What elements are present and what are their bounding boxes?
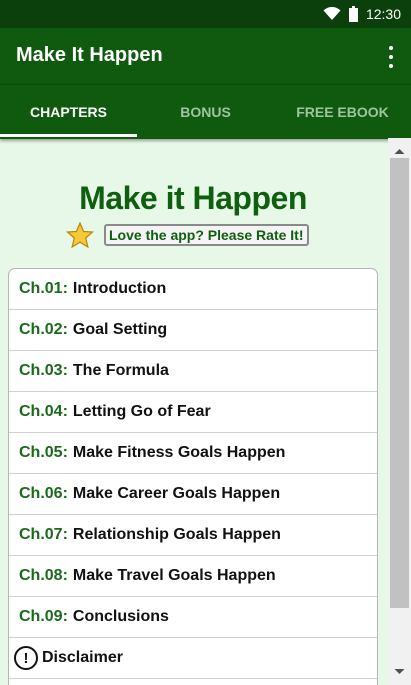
rate-row: Love the app? Please Rate It! bbox=[66, 222, 309, 248]
chapter-item[interactable]: Ch.02: Goal Setting bbox=[9, 310, 377, 351]
chapter-separator: : bbox=[62, 444, 68, 461]
chapter-separator: : bbox=[62, 321, 68, 338]
chapter-number: Ch.09 bbox=[19, 608, 63, 625]
exclamation-icon: ! bbox=[14, 646, 38, 670]
chapter-number: Ch.07 bbox=[19, 526, 63, 543]
chapter-item[interactable]: Ch.04: Letting Go of Fear bbox=[9, 392, 377, 433]
chapter-item[interactable]: Ch.03: The Formula bbox=[9, 351, 377, 392]
tab-bonus[interactable]: BONUS bbox=[137, 85, 274, 139]
disclaimer-item[interactable]: ! Disclaimer bbox=[9, 638, 377, 679]
scroll-down-arrow-icon[interactable] bbox=[388, 663, 411, 681]
book-title: Make it Happen bbox=[79, 180, 307, 216]
chapter-title: Letting Go of Fear bbox=[72, 403, 211, 420]
app-title: Make It Happen bbox=[16, 44, 163, 66]
chapter-title: Introduction bbox=[72, 280, 167, 297]
disclaimer-label: Disclaimer bbox=[42, 649, 123, 666]
status-icons: 12:30 bbox=[323, 5, 401, 23]
chapter-separator: : bbox=[62, 362, 68, 379]
chapter-title: Conclusions bbox=[72, 608, 169, 625]
chapter-number: Ch.02 bbox=[19, 321, 63, 338]
wifi-icon bbox=[323, 7, 341, 20]
chapter-title: Goal Setting bbox=[72, 321, 168, 338]
star-icon[interactable] bbox=[66, 222, 94, 248]
chapter-title: The Formula bbox=[72, 362, 169, 379]
rate-app-button[interactable]: Love the app? Please Rate It! bbox=[104, 224, 309, 246]
chapter-number: Ch.05 bbox=[19, 444, 63, 461]
chapter-item[interactable]: Ch.01: Introduction bbox=[9, 269, 377, 310]
chapter-number: Ch.08 bbox=[19, 567, 63, 584]
chapter-separator: : bbox=[62, 485, 68, 502]
active-tab-indicator bbox=[0, 134, 137, 137]
chapter-item[interactable]: Ch.07: Relationship Goals Happen bbox=[9, 515, 377, 556]
chapter-item[interactable]: Ch.08: Make Travel Goals Happen bbox=[9, 556, 377, 597]
tab-chapters[interactable]: CHAPTERS bbox=[0, 85, 137, 139]
chapter-separator: : bbox=[62, 403, 68, 420]
scrollbar-thumb[interactable] bbox=[390, 158, 409, 608]
chapter-number: Ch.04 bbox=[19, 403, 63, 420]
chapter-title: Make Career Goals Happen bbox=[72, 485, 281, 502]
tab-free-ebook[interactable]: FREE EBOOK bbox=[274, 85, 411, 139]
chapter-separator: : bbox=[62, 526, 68, 543]
chapter-item[interactable]: Ch.09: Conclusions bbox=[9, 597, 377, 638]
chapters-content: Make it Happen Love the app? Please Rate… bbox=[0, 138, 386, 685]
status-bar: 12:30 bbox=[0, 0, 411, 28]
chapter-separator: : bbox=[62, 608, 68, 625]
chapter-separator: : bbox=[62, 567, 68, 584]
chapter-title: Make Travel Goals Happen bbox=[72, 567, 276, 584]
status-time: 12:30 bbox=[365, 6, 401, 22]
tab-bar: CHAPTERS BONUS FREE EBOOK bbox=[0, 84, 411, 139]
overflow-menu-icon[interactable] bbox=[383, 46, 399, 68]
chapter-separator: : bbox=[62, 280, 68, 297]
battery-icon bbox=[348, 6, 358, 22]
chapter-item[interactable]: Ch.05: Make Fitness Goals Happen bbox=[9, 433, 377, 474]
chapter-title: Relationship Goals Happen bbox=[72, 526, 281, 543]
chapter-title: Make Fitness Goals Happen bbox=[72, 444, 286, 461]
app-bar: Make It Happen bbox=[0, 28, 411, 84]
chapter-number: Ch.06 bbox=[19, 485, 63, 502]
chapter-item[interactable]: Ch.06: Make Career Goals Happen bbox=[9, 474, 377, 515]
chapter-number: Ch.03 bbox=[19, 362, 63, 379]
chapter-number: Ch.01 bbox=[19, 280, 63, 297]
chapter-list: Ch.01: Introduction Ch.02: Goal Setting … bbox=[8, 268, 378, 685]
scrollbar[interactable] bbox=[388, 138, 411, 685]
